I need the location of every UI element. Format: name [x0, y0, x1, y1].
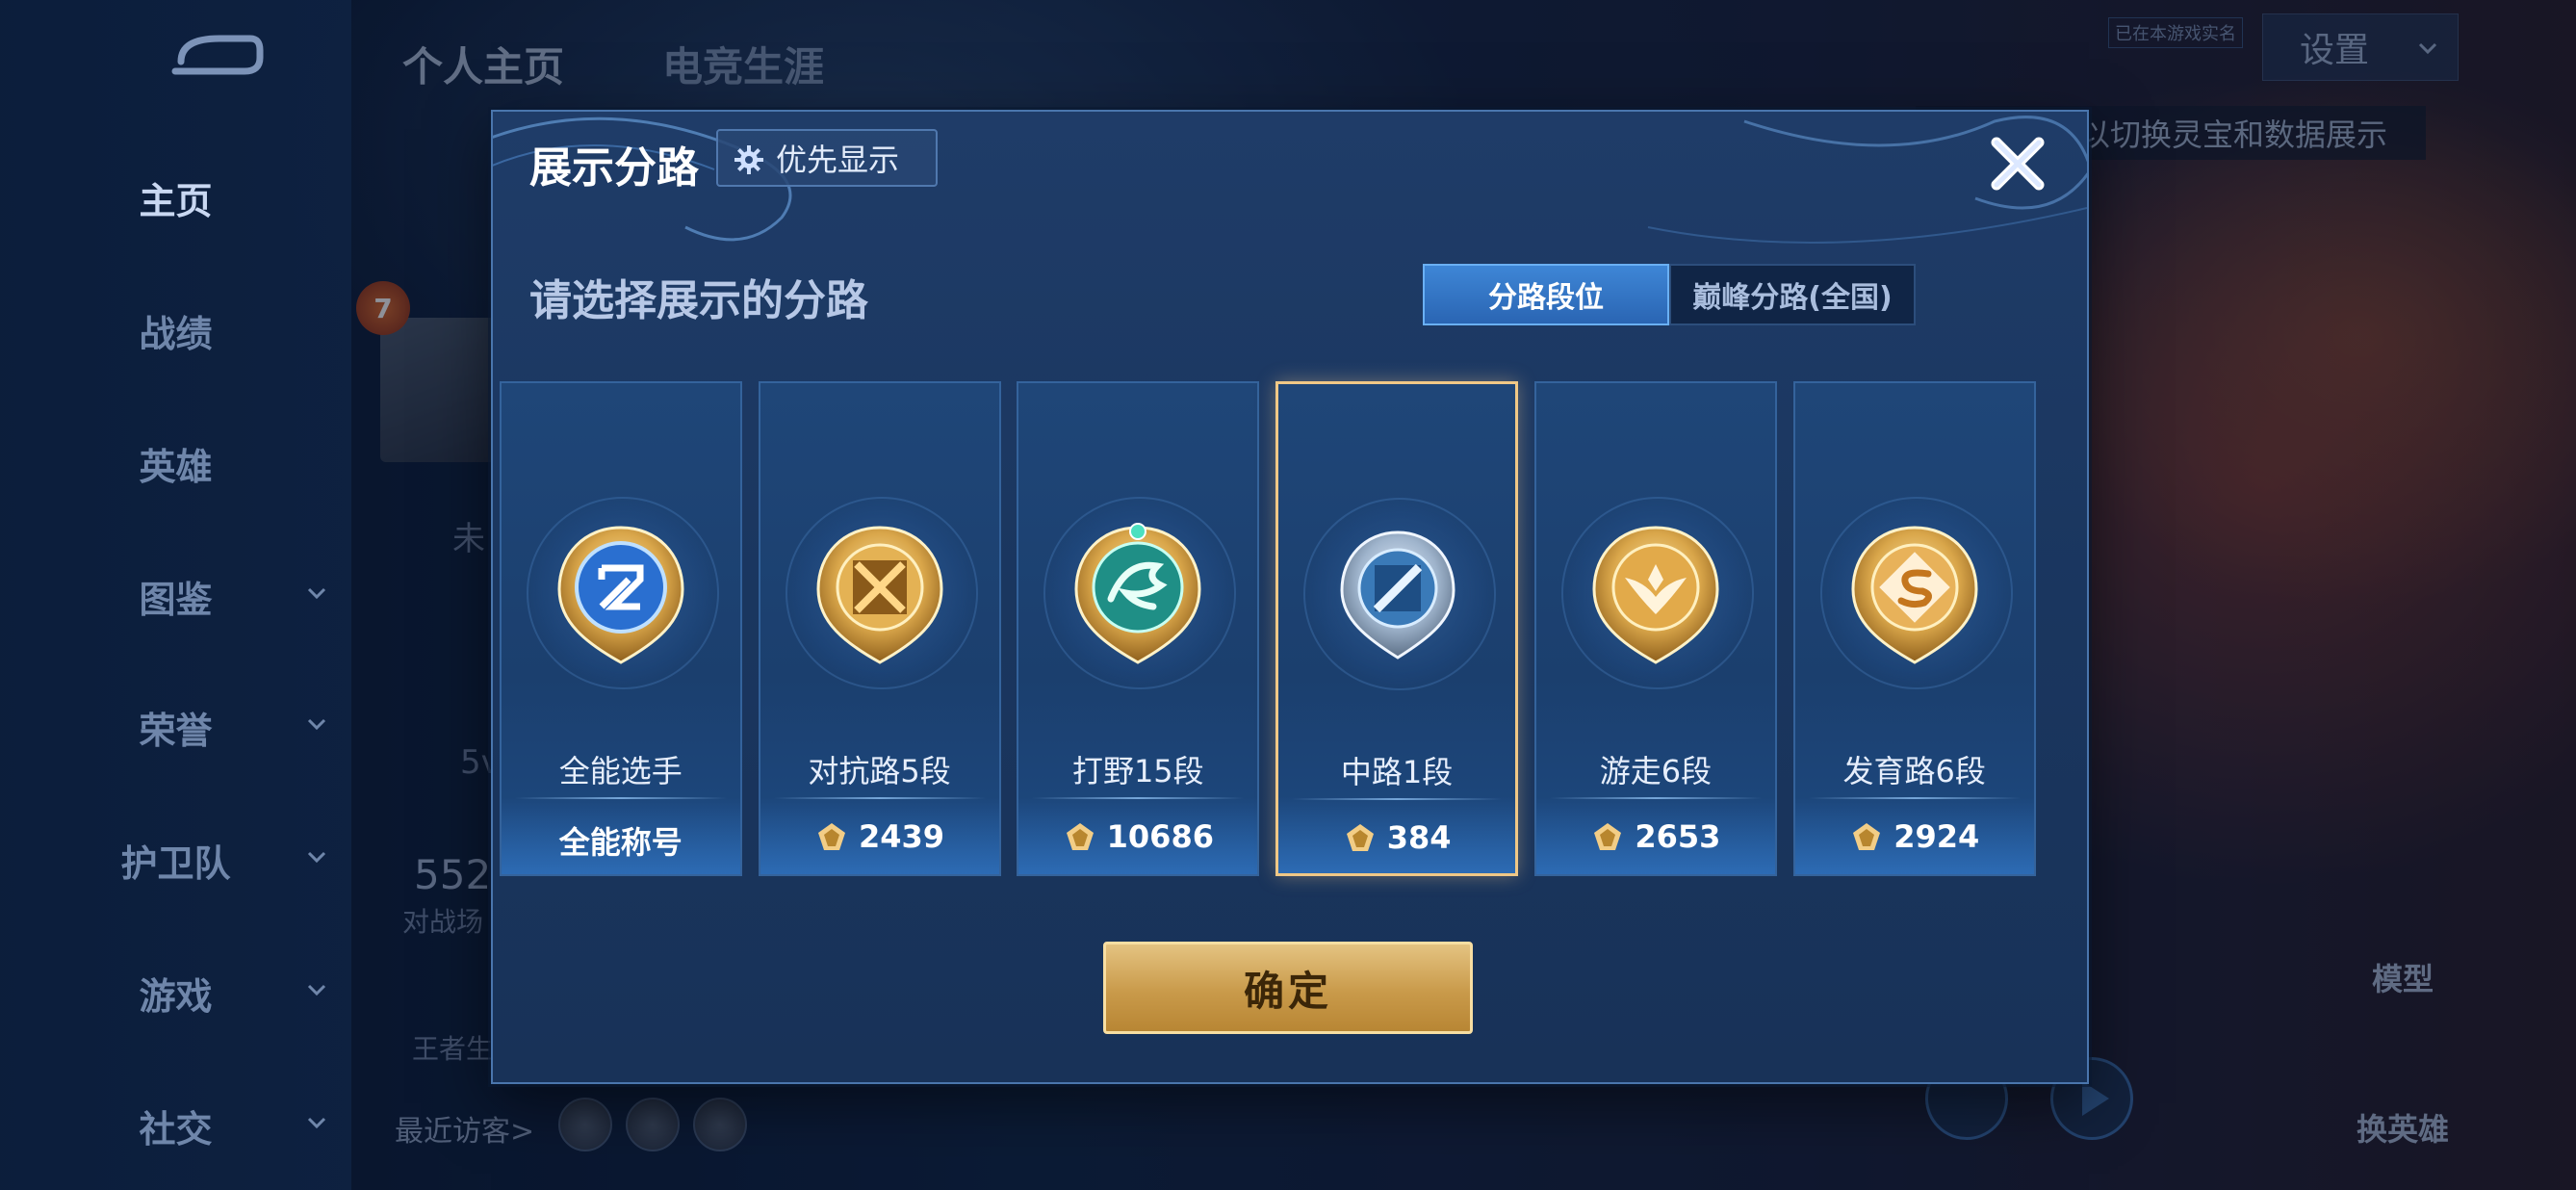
lane-score-row: 2924 [1795, 818, 2034, 855]
lane-card[interactable]: 打野15段 10686 [1017, 381, 1260, 876]
clash-lane-emblem-icon [816, 526, 943, 664]
lane-score-value: 2924 [1893, 818, 1980, 855]
sidebar-item-label: 社交 [139, 1107, 213, 1151]
lane-score-value: 全能称号 [558, 824, 683, 861]
sidebar-item-label: 游戏 [139, 974, 213, 1018]
lane-card-label: 中路1段 [1340, 754, 1454, 790]
all-round-emblem-icon [557, 526, 684, 664]
tab-peak-lane[interactable]: 巅峰分路(全国) [1669, 264, 1916, 325]
lane-card-label: 游走6段 [1599, 753, 1713, 789]
chevron-down-icon [307, 851, 326, 864]
lane-card[interactable]: 中路1段 384 [1275, 381, 1519, 876]
sidebar-item-label: 护卫队 [120, 841, 231, 885]
confirm-button[interactable]: 确定 [1103, 942, 1473, 1034]
lane-card[interactable]: 发育路6段 2924 [1792, 381, 2036, 876]
medal-icon [1346, 824, 1374, 851]
mid-lane-emblem-icon [1340, 530, 1455, 660]
lane-score-row: 全能称号 [502, 818, 740, 863]
sidebar-item[interactable]: 社交 [0, 1092, 351, 1159]
gear-icon [734, 145, 763, 174]
lane-score-value: 384 [1386, 819, 1452, 856]
farm-lane-emblem-icon [1851, 526, 1978, 664]
sidebar-item[interactable]: 游戏 [0, 959, 351, 1026]
sidebar-item-label: 英雄 [139, 445, 213, 488]
sidebar-item[interactable]: 荣誉 [0, 693, 351, 761]
lane-card-label: 对抗路5段 [808, 753, 951, 789]
sidebar-item[interactable]: 英雄 [0, 429, 351, 497]
chevron-down-icon [307, 587, 326, 600]
tab-lane-rank[interactable]: 分路段位 [1423, 264, 1669, 325]
sidebar: 主页战绩英雄图鉴荣誉护卫队游戏社交 [0, 0, 351, 1190]
sidebar-item-label: 图鉴 [139, 578, 213, 621]
lane-card-label: 打野15段 [1071, 753, 1204, 789]
chevron-down-icon [307, 1117, 326, 1129]
select-lane-prompt: 请选择展示的分路 [529, 276, 868, 325]
back-arrow-icon[interactable] [162, 29, 268, 87]
lane-score-row: 10686 [1018, 818, 1257, 855]
close-icon[interactable] [1983, 129, 2052, 198]
sidebar-item[interactable]: 图鉴 [0, 562, 351, 630]
lane-card[interactable]: 游走6段 2653 [1533, 381, 1777, 876]
modal-title: 展示分路 [529, 143, 699, 193]
lane-card[interactable]: 对抗路5段 2439 [758, 381, 1001, 876]
lane-card-label: 全能选手 [558, 753, 683, 789]
medal-icon [817, 823, 845, 850]
lane-score-row: 384 [1278, 819, 1515, 856]
sidebar-item-label: 战绩 [139, 312, 213, 355]
lane-score-value: 10686 [1106, 818, 1214, 855]
lane-score-row: 2653 [1536, 818, 1775, 855]
lane-score-value: 2439 [858, 818, 945, 855]
sidebar-item[interactable]: 战绩 [0, 297, 351, 364]
lane-card-label: 发育路6段 [1842, 753, 1986, 789]
sidebar-item-label: 主页 [139, 179, 213, 222]
priority-display-button[interactable]: 优先显示 [716, 129, 938, 187]
lane-score-value: 2653 [1635, 818, 1721, 855]
chevron-down-icon [307, 984, 326, 996]
priority-label: 优先显示 [776, 142, 900, 178]
lane-display-modal: 展示分路 优先显示 请选择展示的分路 分路段位 巅峰分路(全国) 全能选手全能称… [491, 110, 2089, 1084]
medal-icon [1853, 823, 1881, 850]
sidebar-item[interactable]: 主页 [0, 164, 351, 231]
sidebar-item-label: 荣誉 [139, 709, 213, 752]
sidebar-item[interactable]: 护卫队 [0, 826, 351, 893]
medal-icon [1594, 823, 1622, 850]
jungle-emblem-icon [1074, 523, 1201, 664]
chevron-down-icon [307, 718, 326, 731]
lane-card[interactable]: 全能选手 全能称号 [499, 381, 742, 876]
roam-emblem-icon [1592, 526, 1719, 664]
medal-icon [1066, 823, 1094, 850]
lane-score-row: 2439 [760, 818, 999, 855]
